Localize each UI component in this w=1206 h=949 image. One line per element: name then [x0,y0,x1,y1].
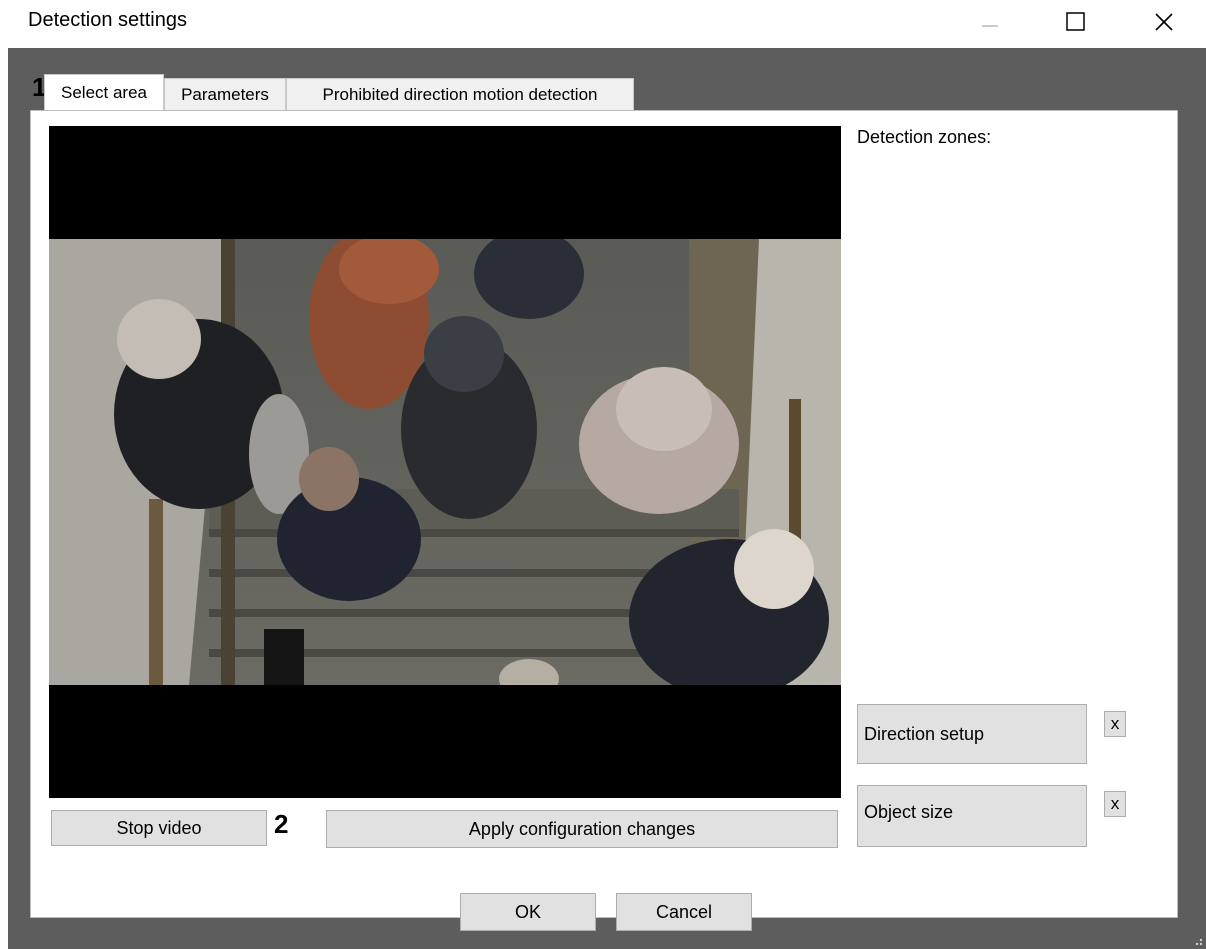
tab-panel: Stop video 2 Apply configuration changes… [30,110,1178,918]
maximize-icon [1066,12,1085,31]
apply-configuration-button[interactable]: Apply configuration changes [326,810,838,848]
object-size-button[interactable]: Object size [857,785,1087,847]
dialog-body: 1 Select area Parameters Prohibited dire… [8,48,1206,949]
stop-video-button[interactable]: Stop video [51,810,267,846]
cancel-button[interactable]: Cancel [616,893,752,931]
minimize-button[interactable] [960,0,1020,44]
close-button[interactable] [1134,0,1194,44]
video-preview[interactable] [49,126,841,798]
tab-parameters[interactable]: Parameters [164,78,286,110]
resize-grip-icon[interactable] [1192,935,1204,947]
direction-setup-button[interactable]: Direction setup [857,704,1087,764]
minimize-icon [982,25,998,27]
close-icon [1155,13,1173,31]
title-bar: Detection settings [0,0,1206,48]
detection-zones-label: Detection zones: [857,127,992,147]
remove-object-size-button[interactable]: x [1104,791,1126,817]
tab-prohibited-direction[interactable]: Prohibited direction motion detection [286,78,634,110]
maximize-button[interactable] [1046,0,1106,44]
ok-button[interactable]: OK [460,893,596,931]
window-title: Detection settings [28,9,187,31]
remove-direction-button[interactable]: x [1104,711,1126,737]
marker-2: 2 [274,809,289,839]
camera-frame-image [49,239,841,685]
tab-select-area[interactable]: Select area [44,74,164,110]
